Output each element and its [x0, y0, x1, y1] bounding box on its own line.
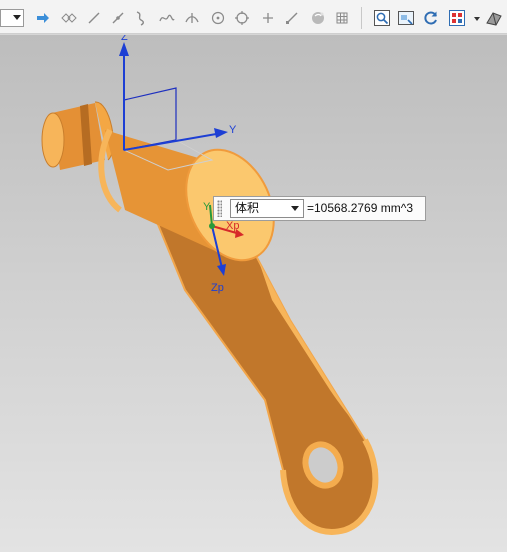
grid-icon[interactable]	[332, 8, 352, 28]
view-orientation-icon[interactable]	[308, 8, 328, 28]
end-point-icon[interactable]	[282, 8, 302, 28]
bracket-arm[interactable]	[148, 203, 379, 535]
graphics-viewport[interactable]: Z Y Xp Y Zp 体积 =10568.2769 mm^3	[0, 35, 507, 552]
csys-zp-label: Zp	[211, 282, 224, 294]
selection-filter-dropdown[interactable]	[0, 9, 24, 27]
view-preview-icon[interactable]	[396, 8, 416, 28]
drag-grip-icon[interactable]	[217, 200, 222, 217]
forward-arrow-icon[interactable]	[33, 8, 53, 28]
chevron-down-icon	[13, 15, 21, 20]
circle-center-icon[interactable]	[208, 8, 228, 28]
toolbar-separator	[361, 7, 362, 29]
wcs-z-label: Z	[121, 35, 128, 43]
measure-type-value: 体积	[235, 201, 260, 215]
intersection-icon[interactable]	[182, 8, 202, 28]
measure-result-value: =10568.2769 mm^3	[307, 201, 414, 215]
measure-type-dropdown[interactable]: 体积	[230, 199, 304, 218]
chevron-down-icon	[291, 206, 299, 211]
layout-icon[interactable]	[447, 8, 467, 28]
zoom-view-icon[interactable]	[372, 8, 392, 28]
wcs-y-label: Y	[229, 124, 237, 136]
measure-result-box: 体积 =10568.2769 mm^3	[213, 196, 426, 221]
csys-y-label: Y	[203, 201, 211, 213]
render-style-icon[interactable]	[484, 8, 504, 28]
snap-point-icon[interactable]	[58, 8, 78, 28]
existing-point-icon[interactable]	[258, 8, 278, 28]
csys-xp-label: Xp	[226, 220, 240, 232]
refresh-icon[interactable]	[421, 8, 441, 28]
model-scene	[41, 42, 379, 535]
quadrant-point-icon[interactable]	[232, 8, 252, 28]
curve-icon[interactable]	[131, 8, 151, 28]
toolbar	[0, 0, 507, 34]
point-on-curve-icon[interactable]	[108, 8, 128, 28]
line-icon[interactable]	[84, 8, 104, 28]
spline-icon[interactable]	[157, 8, 177, 28]
